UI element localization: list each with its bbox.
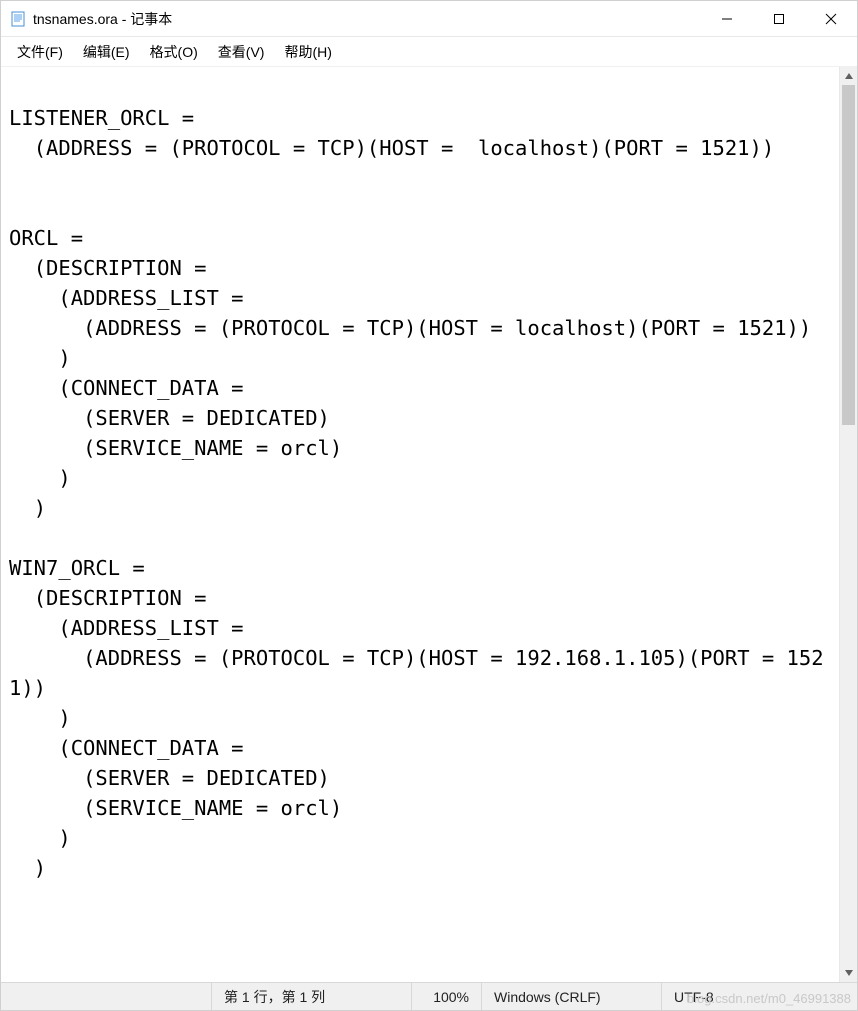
menu-view[interactable]: 查看(V) [208, 38, 275, 66]
menu-file[interactable]: 文件(F) [7, 38, 73, 66]
close-button[interactable] [805, 1, 857, 37]
scroll-down-arrow-icon[interactable] [840, 964, 857, 982]
status-line-ending: Windows (CRLF) [481, 983, 661, 1010]
content-area: LISTENER_ORCL = (ADDRESS = (PROTOCOL = T… [1, 67, 857, 982]
close-icon [825, 13, 837, 25]
status-encoding: UTF-8 [661, 983, 857, 1010]
scroll-up-arrow-icon[interactable] [840, 67, 857, 85]
vertical-scrollbar[interactable] [839, 67, 857, 982]
status-spacer [1, 983, 211, 1010]
scroll-thumb[interactable] [842, 85, 855, 425]
status-cursor-position: 第 1 行，第 1 列 [211, 983, 411, 1010]
menu-edit[interactable]: 编辑(E) [73, 38, 140, 66]
text-editor[interactable]: LISTENER_ORCL = (ADDRESS = (PROTOCOL = T… [1, 67, 839, 982]
titlebar: tnsnames.ora - 记事本 [1, 1, 857, 37]
statusbar: 第 1 行，第 1 列 100% Windows (CRLF) UTF-8 bl… [1, 982, 857, 1010]
menu-help[interactable]: 帮助(H) [274, 38, 341, 66]
maximize-icon [773, 13, 785, 25]
maximize-button[interactable] [753, 1, 805, 37]
notepad-icon [9, 10, 27, 28]
minimize-button[interactable] [701, 1, 753, 37]
minimize-icon [721, 13, 733, 25]
status-zoom: 100% [411, 983, 481, 1010]
menubar: 文件(F) 编辑(E) 格式(O) 查看(V) 帮助(H) [1, 37, 857, 67]
window-title: tnsnames.ora - 记事本 [33, 9, 172, 29]
menu-format[interactable]: 格式(O) [140, 38, 208, 66]
